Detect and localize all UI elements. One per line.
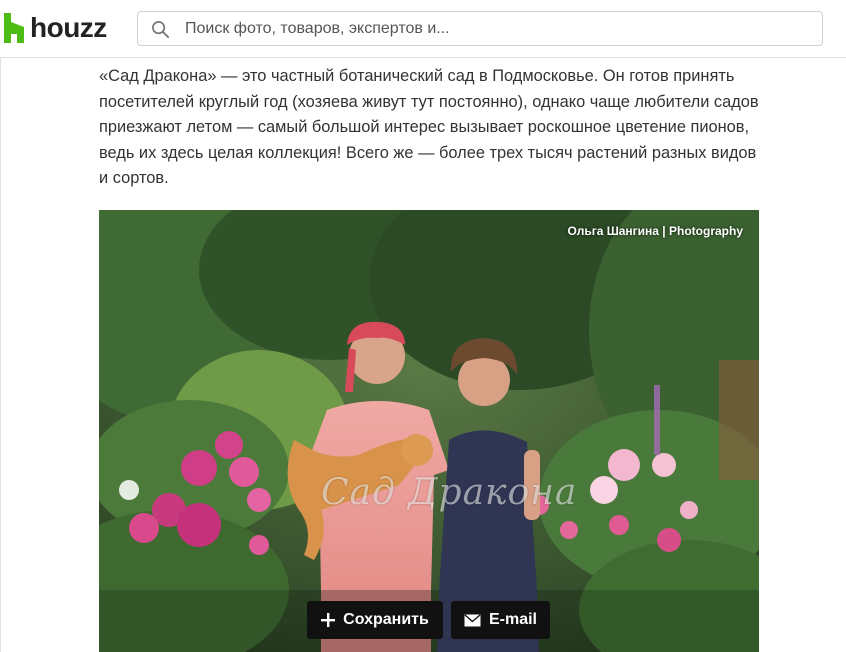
envelope-icon [464, 613, 481, 626]
garden-portrait-image [99, 210, 759, 652]
left-divider [0, 58, 1, 652]
houzz-logo[interactable]: houzz [4, 11, 107, 45]
search-input[interactable] [185, 12, 805, 45]
search-box[interactable] [137, 11, 823, 46]
photo-credit: Ольга Шангина | Photography [567, 224, 743, 238]
logo-text: houzz [30, 12, 107, 43]
save-button[interactable]: Сохранить [307, 601, 443, 639]
email-button[interactable]: E-mail [451, 601, 550, 639]
plus-icon [321, 613, 336, 627]
email-button-label: E-mail [488, 611, 537, 628]
article-paragraph: «Сад Дракона» — это частный ботанический… [99, 67, 759, 187]
article-photo[interactable]: Ольга Шангина | Photography Сад Дракона … [99, 210, 759, 652]
save-button-label: Сохранить [343, 611, 429, 628]
photo-watermark: Сад Дракона [321, 472, 578, 513]
top-bar: houzz [0, 0, 846, 58]
houzz-logo-icon [4, 13, 24, 43]
search-icon [152, 21, 170, 39]
page: houzz «Сад Дракона» — это частный ботани… [0, 0, 846, 652]
